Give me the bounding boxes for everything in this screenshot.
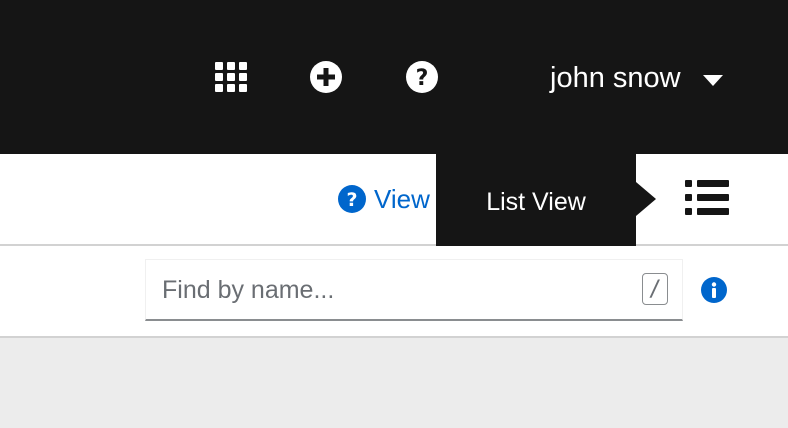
view-help-link[interactable]: ? View [338,182,430,216]
user-name: john snow [550,61,681,94]
list-view-button[interactable] [684,178,730,218]
list-icon [685,180,729,215]
svg-text:?: ? [346,189,357,211]
masthead: ? john snow [0,0,788,154]
question-circle-icon: ? [338,185,366,213]
question-circle-icon[interactable]: ? [405,60,439,94]
list-view-tooltip: List View [436,154,636,250]
keyboard-shortcut-badge: / [642,273,668,305]
search-box: / [145,259,683,321]
tooltip-arrow [636,182,656,216]
plus-circle-icon[interactable] [309,60,343,94]
content-area [0,338,788,428]
caret-down-icon [702,62,723,95]
info-icon[interactable] [701,277,727,303]
view-link-label: View [374,183,430,214]
user-menu-toggle[interactable]: john snow [550,56,723,100]
tooltip-text: List View [486,187,586,216]
search-input[interactable] [162,260,632,320]
svg-text:?: ? [416,66,429,91]
app-launcher-icon[interactable] [214,60,248,94]
